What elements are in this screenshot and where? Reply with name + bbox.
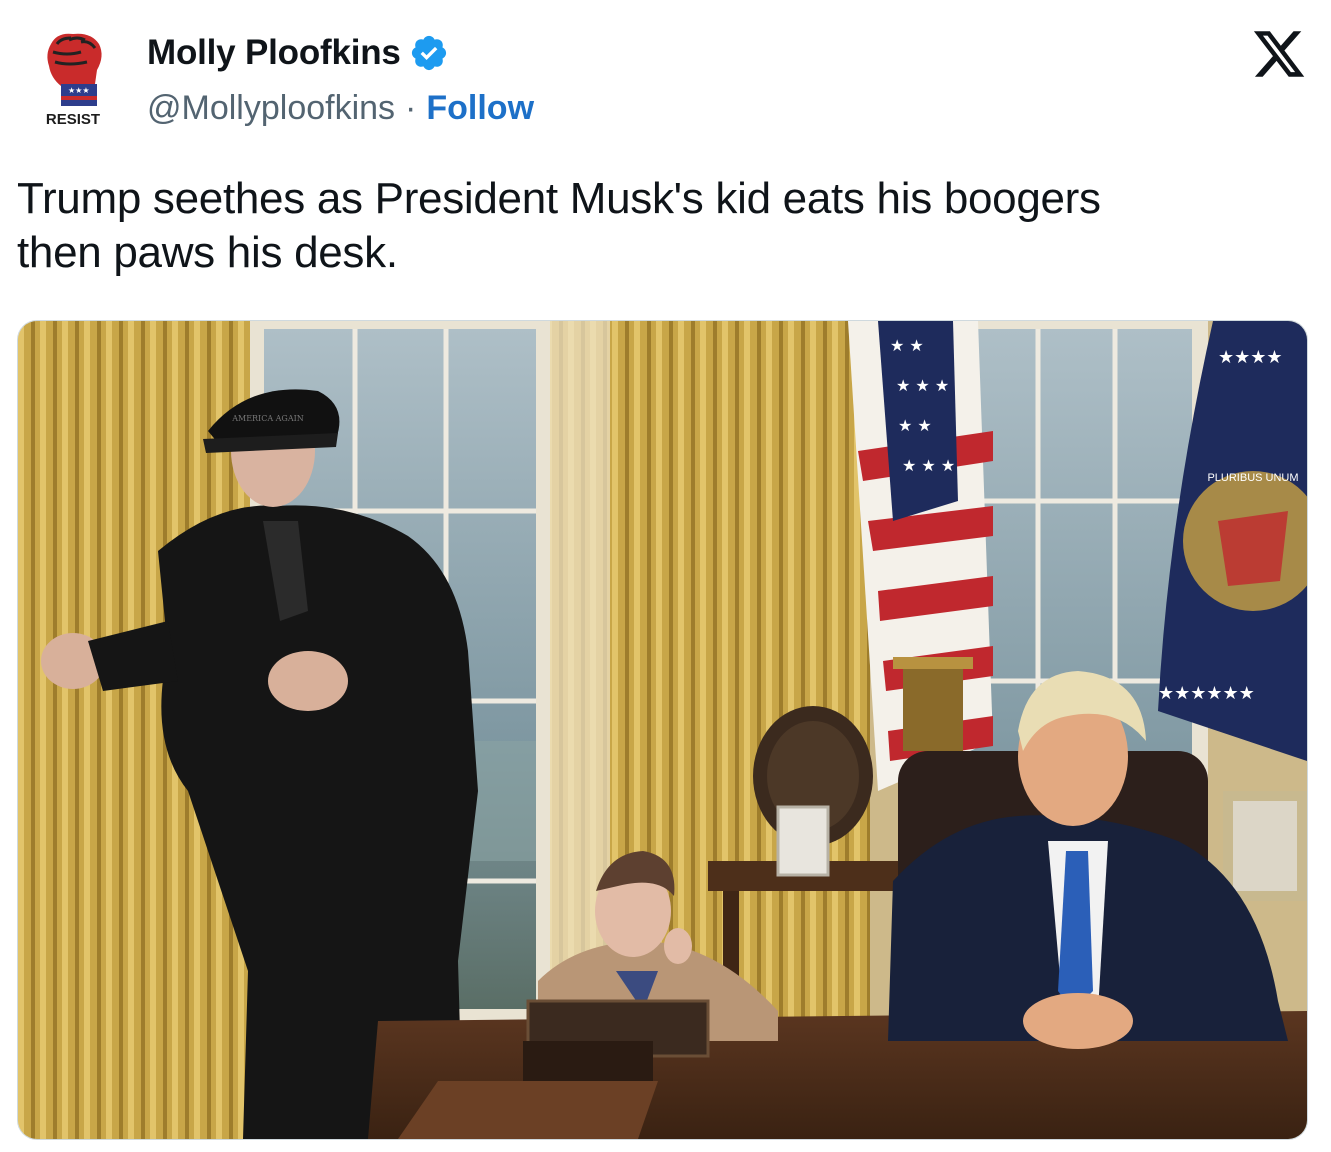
author-name-row: Molly Ploofkins	[147, 30, 449, 76]
photo-frame	[776, 805, 830, 877]
svg-text:★ ★ ★: ★ ★ ★	[902, 456, 955, 475]
verified-badge-icon	[411, 35, 446, 71]
tweet-card: ★★★ RESIST Molly Ploofkins @Mollyploofki…	[0, 0, 1331, 1152]
author-avatar[interactable]: ★★★ RESIST	[17, 22, 129, 134]
follow-button[interactable]: Follow	[426, 89, 534, 128]
hat-text: AMERICA AGAIN	[231, 414, 304, 423]
resist-fist-avatar: ★★★ RESIST	[17, 22, 129, 134]
svg-text:★★★: ★★★	[68, 86, 90, 95]
author-display-name[interactable]: Molly Ploofkins	[147, 33, 401, 73]
oval-office-photo: ★ ★ ★ ★ ★ ★ ★ ★ ★ ★ ★★★★ ★★★★★★ PLURIBUS…	[18, 321, 1307, 1139]
tweet-photo[interactable]: ★ ★ ★ ★ ★ ★ ★ ★ ★ ★ ★★★★ ★★★★★★ PLURIBUS…	[17, 320, 1308, 1140]
tweet-text: Trump seethes as President Musk's kid ea…	[17, 174, 1101, 277]
avatar-resist-text: RESIST	[46, 111, 100, 128]
svg-text:★ ★: ★ ★	[890, 336, 924, 355]
svg-text:★ ★ ★: ★ ★ ★	[896, 376, 949, 395]
svg-text:★★★★: ★★★★	[1218, 347, 1283, 368]
author-handle-row: @Mollyploofkins · Follow	[147, 86, 534, 130]
svg-text:★ ★: ★ ★	[898, 416, 932, 435]
svg-text:★★★★★★: ★★★★★★	[1158, 683, 1255, 704]
seal-text: PLURIBUS UNUM	[1207, 472, 1298, 484]
author-handle[interactable]: @Mollyploofkins	[147, 89, 395, 128]
handle-separator: ·	[405, 88, 417, 127]
x-logo-icon[interactable]	[1249, 26, 1309, 82]
